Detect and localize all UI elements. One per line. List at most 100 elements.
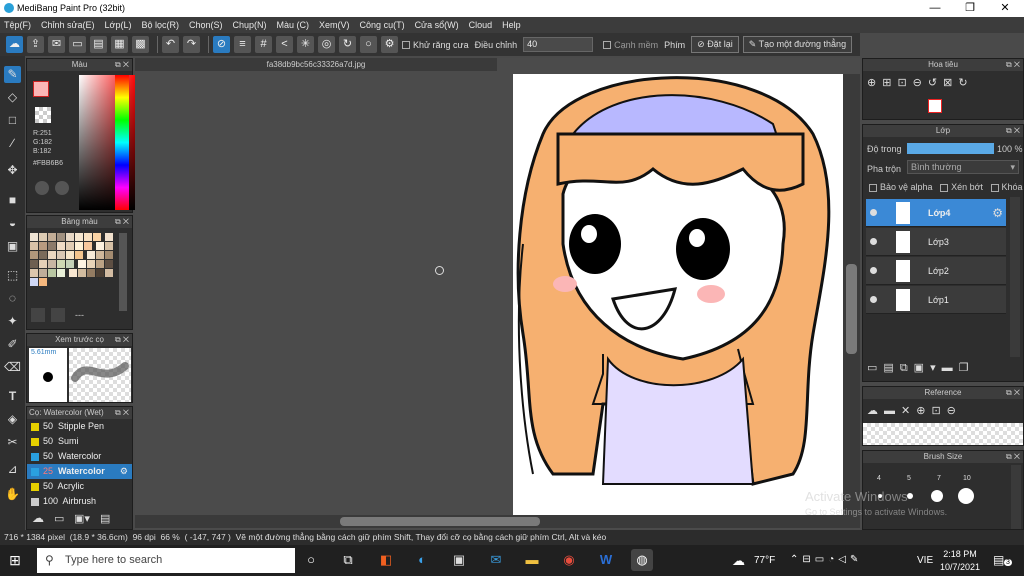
hue-slider[interactable]	[115, 75, 129, 210]
tray-chevron-icon[interactable]: ⌃	[790, 554, 802, 565]
brush-item-selected[interactable]: 25 Watercolor ⚙	[27, 464, 132, 479]
add-brush-icon[interactable]: ▭	[54, 512, 64, 525]
fit-window-icon[interactable]: ⊡	[897, 77, 912, 89]
brush-item[interactable]: 50 Sumi	[27, 434, 132, 449]
select-tool-icon[interactable]: ⬚	[4, 267, 21, 284]
language-indicator[interactable]: VIE	[917, 555, 933, 566]
zoom-out-icon[interactable]: ⊖	[947, 405, 962, 417]
new-folder-icon[interactable]: ▬	[942, 362, 959, 374]
panel-menu-icon[interactable]: ⧉ ✕	[115, 334, 129, 346]
close-button[interactable]: ✕	[990, 1, 1020, 16]
duplicate-layer-icon[interactable]: ⧉	[900, 362, 914, 374]
blend-mode-select[interactable]: Bình thường ▾	[907, 160, 1019, 174]
select-eraser-icon[interactable]: ⌫	[4, 359, 21, 376]
palette-scrollbar[interactable]	[119, 233, 127, 311]
brush-item[interactable]: 50 Acrylic	[27, 479, 132, 494]
vertical-scrollbar[interactable]	[843, 74, 860, 515]
cloud-brush-icon[interactable]: ☁	[32, 511, 44, 525]
brush-item[interactable]: 50 Stipple Pen	[27, 419, 132, 434]
clock-date[interactable]: 10/7/2021	[939, 562, 981, 572]
file-explorer-icon[interactable]: ▬	[521, 549, 543, 571]
ellipse-snap-icon[interactable]: ○	[360, 36, 377, 53]
zoom-fit-icon[interactable]: ⊞	[882, 77, 897, 89]
brush-size-option[interactable]: 10	[963, 475, 971, 482]
brush-size-scrollbar[interactable]	[1011, 465, 1021, 529]
open-folder-icon[interactable]: ▬	[884, 405, 901, 417]
menu-layer[interactable]: Lớp(L)	[105, 20, 132, 30]
weather-temp[interactable]: 77°F	[754, 555, 775, 566]
layer-row[interactable]: Lớp4 ⚙	[866, 199, 1006, 227]
menu-window[interactable]: Cửa sổ(W)	[415, 20, 459, 30]
brush-size-option[interactable]: 4	[877, 475, 881, 482]
create-line-button[interactable]: ✎ Tạo một đường thẳng	[742, 36, 853, 53]
tray-battery-icon[interactable]: ▭	[815, 554, 828, 565]
snap-settings-icon[interactable]: ⚙	[381, 36, 398, 53]
horizontal-scrollbar[interactable]	[135, 515, 860, 528]
close-reference-icon[interactable]: ✕	[901, 405, 916, 417]
radial-snap-icon[interactable]: ✳	[297, 36, 314, 53]
snap-off-icon[interactable]: ⊘	[213, 36, 230, 53]
fill-rect-icon[interactable]: ■	[4, 192, 21, 209]
curve-snap-icon[interactable]: ↻	[339, 36, 356, 53]
eye-icon[interactable]	[870, 267, 877, 274]
panel-menu-icon[interactable]: ⧉ ✕	[1006, 451, 1020, 463]
word-icon[interactable]: W	[595, 549, 617, 571]
menu-capture[interactable]: Chụp(N)	[233, 20, 267, 30]
taskbar-search-box[interactable]: ⚲ Type here to search	[37, 548, 295, 573]
lock-checkbox[interactable]	[990, 183, 999, 192]
lasso-tool-icon[interactable]: ◌	[4, 290, 21, 307]
circle-snap-icon[interactable]: ◎	[318, 36, 335, 53]
panel-menu-icon[interactable]: ⧉ ✕	[1006, 125, 1020, 137]
reset-view-icon[interactable]: ⊠	[943, 77, 958, 89]
task-view-icon[interactable]: ⧉	[337, 549, 359, 571]
clock-time[interactable]: 2:18 PM	[943, 549, 977, 559]
operation-tool-icon[interactable]: ◈	[4, 411, 21, 428]
gradient-tool-icon[interactable]: ▣	[4, 238, 21, 255]
dot-tool-icon[interactable]: □	[4, 112, 21, 129]
tray-input-icon[interactable]: ✎	[850, 554, 862, 565]
text-tool-icon[interactable]: T	[4, 388, 21, 405]
new-palette-icon[interactable]	[31, 308, 45, 322]
brush-settings-icon[interactable]: ⚙	[120, 464, 128, 479]
menu-edit[interactable]: Chỉnh sửa(E)	[41, 20, 95, 30]
delete-palette-icon[interactable]	[51, 308, 65, 322]
drawing-canvas[interactable]	[513, 74, 843, 515]
grid-icon[interactable]: ▩	[132, 36, 149, 53]
cortana-icon[interactable]: ○	[300, 549, 322, 571]
panel-menu-icon[interactable]: ⧉ ✕	[115, 216, 129, 228]
menu-view[interactable]: Xem(V)	[319, 20, 350, 30]
delete-brush-icon[interactable]: ▤	[100, 512, 110, 525]
hand-tool-icon[interactable]: ✋	[4, 486, 21, 503]
chrome-icon[interactable]: ◉	[558, 549, 580, 571]
clipping-checkbox[interactable]	[940, 183, 949, 192]
tray-volume-icon[interactable]: ◁	[838, 554, 850, 565]
zoom-in-icon[interactable]: ⊕	[916, 405, 931, 417]
document-tab[interactable]: fa38db9bc56c33326a7d.jpg	[135, 58, 497, 71]
cloud-icon[interactable]: ☁	[6, 36, 23, 53]
magic-wand-icon[interactable]: ✦	[4, 313, 21, 330]
foreground-color-swatch[interactable]	[33, 81, 49, 97]
panel-menu-icon[interactable]: ⧉ ✕	[1006, 387, 1020, 399]
cloud-reference-icon[interactable]: ☁	[867, 405, 884, 417]
brush-menu-icon[interactable]: ▣▾	[74, 512, 90, 525]
mail-icon[interactable]: ✉	[485, 549, 507, 571]
undo-icon[interactable]: ↶	[162, 36, 179, 53]
panel-menu-icon[interactable]: ⧉ ✕	[115, 407, 129, 419]
zoom-in-icon[interactable]: ⊕	[867, 77, 882, 89]
divide-tool-icon[interactable]: ✂	[4, 434, 21, 451]
brush-tool-icon[interactable]: ✎	[4, 66, 21, 83]
color-history-icon[interactable]	[55, 181, 69, 195]
vanishing-snap-icon[interactable]: <	[276, 36, 293, 53]
brush-size-dot[interactable]	[931, 490, 943, 502]
tray-network-icon[interactable]: ⊟	[802, 554, 814, 565]
delete-layer-icon[interactable]: ❐	[959, 362, 975, 374]
transparent-color-swatch[interactable]	[35, 107, 51, 123]
horizontal-scroll-thumb[interactable]	[340, 517, 540, 526]
navigator-thumbnail[interactable]	[928, 99, 942, 113]
reset-button[interactable]: ⊘ Đặt lại	[691, 36, 739, 53]
menu-file[interactable]: Tệp(F)	[4, 20, 31, 30]
antialias-checkbox[interactable]	[402, 40, 410, 49]
layer-row[interactable]: Lớp3	[866, 228, 1006, 256]
save-icon[interactable]: ▤	[90, 36, 107, 53]
brush-size-option[interactable]: 7	[937, 475, 941, 482]
